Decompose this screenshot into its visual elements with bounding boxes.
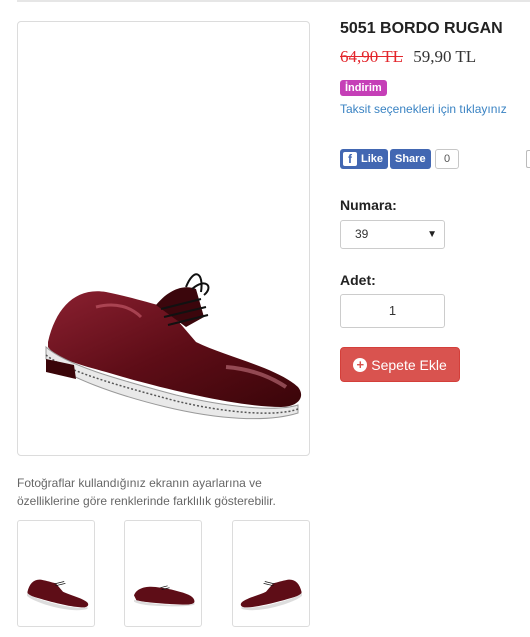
shoe-thumbnail-image: [134, 585, 195, 607]
facebook-like-button[interactable]: f Like: [340, 149, 389, 169]
add-to-cart-button[interactable]: + Sepete Ekle: [340, 347, 460, 382]
share-count: 0: [435, 149, 459, 169]
size-select[interactable]: 39 ▼: [340, 220, 445, 249]
product-title: 5051 BORDO RUGAN: [340, 20, 503, 37]
shoe-thumbnail-image: [240, 579, 302, 611]
facebook-icon: f: [343, 152, 357, 166]
quantity-label: Adet:: [340, 272, 376, 288]
thumbnail-2[interactable]: [124, 520, 202, 627]
shoe-thumbnail-image: [27, 579, 89, 611]
shoe-image: [45, 273, 302, 420]
discount-badge: İndirim: [340, 80, 387, 96]
thumbnail-1[interactable]: [17, 520, 95, 627]
edge-widget: [526, 150, 530, 168]
installment-options-link[interactable]: Taksit seçenekleri için tıklayınız: [340, 102, 507, 116]
quantity-input[interactable]: 1: [340, 294, 445, 328]
main-product-image[interactable]: [17, 21, 310, 456]
plus-circle-icon: +: [353, 357, 368, 372]
old-price: 64,90 TL: [340, 47, 403, 66]
price-row: 64,90 TL 59,90 TL: [340, 47, 476, 67]
caret-down-icon: ▼: [427, 229, 437, 240]
current-price: 59,90 TL: [413, 47, 477, 66]
like-label: Like: [361, 153, 384, 165]
facebook-share-button[interactable]: Share: [390, 149, 431, 169]
size-label: Numara:: [340, 197, 397, 213]
top-divider: [17, 0, 530, 2]
add-to-cart-label: Sepete Ekle: [371, 356, 447, 373]
size-selected-value: 39: [355, 227, 369, 241]
thumbnail-3[interactable]: [232, 520, 310, 627]
color-disclaimer: Fotoğraflar kullandığınız ekranın ayarla…: [17, 476, 276, 508]
